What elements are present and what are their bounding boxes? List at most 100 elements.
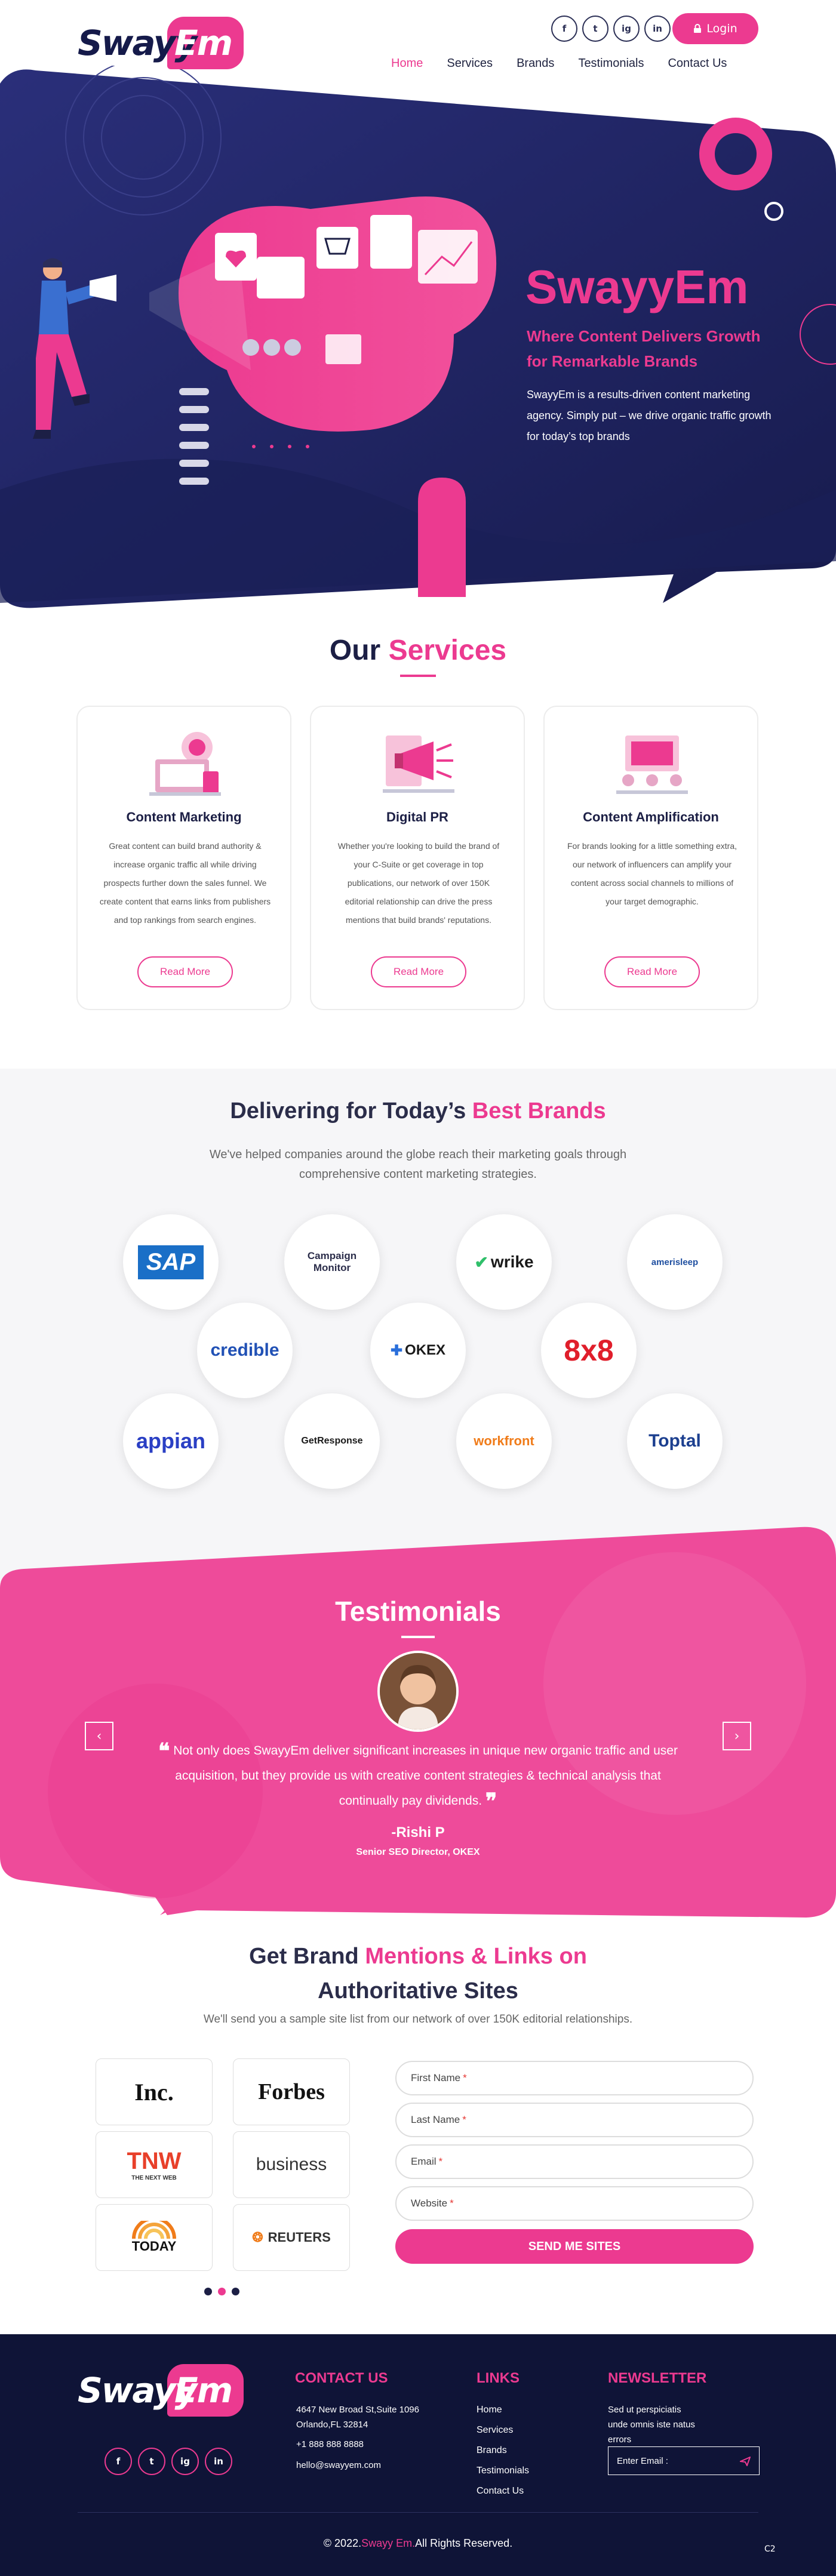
copyright-brand-link[interactable]: Swayy Em. [361,2537,415,2549]
first-name-placeholder: First Name [411,2072,461,2083]
publication-logo-text: Inc. [134,2078,174,2106]
digital-pr-illustration [383,735,454,793]
footer-links-heading: LINKS [477,2370,520,2386]
login-button[interactable]: Login [672,13,758,44]
footer-badge: C2 [764,2544,776,2554]
services-title-part2: Services [388,635,507,666]
brand-logo-toptal: Toptal [627,1393,723,1489]
brand-logo-text: OKEX [405,1342,446,1358]
brand-logo-appian: appian [123,1393,219,1489]
copyright-suffix: All Rights Reserved. [415,2537,513,2549]
brands-description: We've helped companies around the globe … [209,1148,627,1181]
hero-description: SwayyEm is a results-driven content mark… [527,389,772,442]
footer-address-line1: 4647 New Broad St,Suite 1096 [296,2405,419,2415]
nav-item-testimonials[interactable]: Testimonials [566,57,656,70]
send-me-sites-button[interactable]: SEND ME SITES [395,2229,754,2264]
service-card-text: Whether you're looking to build the bran… [337,841,500,925]
nav-item-contact[interactable]: Contact Us [656,57,739,70]
pagination-dot-active[interactable] [218,2288,226,2295]
footer-newsletter-text: Sed ut perspiciatis unde omnis iste natu… [608,2405,695,2445]
reuters-dots-icon: ❂ [252,2230,263,2245]
linkedin-icon[interactable]: in [644,16,671,42]
read-more-button[interactable]: Read More [604,956,700,987]
first-name-field[interactable]: First Name * [395,2061,754,2095]
get-brand-title: Get Brand Mentions & Links on Authoritat… [179,1939,657,2008]
brand-logo-amerisleep: amerisleep [627,1214,723,1310]
brand-logo-wrike: ✔ wrike [456,1214,552,1310]
footer-link-testimonials[interactable]: Testimonials [477,2466,529,2476]
publication-logo-forbes: Forbes [233,2058,350,2125]
get-brand-description: We'll send you a sample site list from o… [203,2013,633,2026]
footer-link-home[interactable]: Home [477,2405,502,2415]
get-brand-title-part1: Get Brand [249,1944,359,1969]
site-footer: Swayy Em f t ig in CONTACT US 4647 New B… [0,2334,836,2576]
brand-logo-text: wrike [490,1252,534,1271]
testimonial-next-button[interactable]: › [723,1722,751,1750]
page: Swayy Em f t ig in Login Home Services B… [0,0,836,2576]
brand-logo-text: 8x8 [564,1334,614,1367]
instagram-icon[interactable]: ig [171,2448,199,2475]
publication-logo-text: TNW [127,2148,182,2174]
testimonial-prev-button[interactable]: ‹ [85,1722,113,1750]
send-icon[interactable] [740,2457,751,2466]
nav-item-brands[interactable]: Brands [505,57,566,70]
publication-logo-text: TODAY [131,2239,177,2254]
open-quote-icon: ❝ [158,1738,170,1763]
main-nav: Home Services Brands Testimonials Contac… [379,57,739,70]
read-more-button[interactable]: Read More [137,956,233,987]
lock-icon [694,24,702,33]
nav-item-services[interactable]: Services [435,57,505,70]
email-placeholder: Email [411,2156,437,2167]
linkedin-icon[interactable]: in [205,2448,232,2475]
footer-contact-heading: CONTACT US [295,2370,388,2386]
footer-logo-text-part2: Em [174,2370,233,2411]
publication-logo-tnw: TNW THE NEXT WEB [96,2131,213,2198]
services-title-underline [400,675,436,677]
service-card-title: Content Amplification [583,810,719,824]
brand-logo-getresponse: GetResponse [284,1393,380,1489]
publication-logo-text: Forbes [258,2079,325,2104]
brand-logo-text: credible [210,1340,279,1360]
twitter-icon[interactable]: t [138,2448,165,2475]
newsletter-email-placeholder: Enter Email : [617,2455,668,2466]
header-social-links: f t ig in [551,16,671,42]
publication-logo-subtext: THE NEXT WEB [131,2175,177,2181]
email-field[interactable]: Email * [395,2144,754,2179]
footer-link-contact[interactable]: Contact Us [477,2486,524,2497]
last-name-field[interactable]: Last Name * [395,2103,754,2137]
twitter-icon[interactable]: t [582,16,608,42]
nav-item-home[interactable]: Home [379,57,435,70]
brands-title-part2: Best Brands [472,1098,606,1124]
facebook-icon[interactable]: f [551,16,577,42]
footer-link-services[interactable]: Services [477,2425,513,2436]
website-field[interactable]: Website * [395,2186,754,2221]
required-mark: * [463,2072,467,2083]
site-header: Swayy Em f t ig in Login Home Services B… [0,0,836,90]
newsletter-email-input[interactable]: Enter Email : [608,2446,760,2475]
brand-logo-8x8: 8x8 [541,1303,637,1398]
brand-logo-text: appian [136,1429,205,1453]
pagination-dot[interactable] [204,2288,212,2295]
footer-email[interactable]: hello@swayyem.com [296,2458,381,2473]
service-card-content-amplification: Content Amplification For brands looking… [543,706,758,1010]
pagination-dot[interactable] [232,2288,239,2295]
brand-logo-text: Campaign Monitor [307,1250,357,1273]
publication-logo-reuters: ❂ REUTERS [233,2204,350,2271]
footer-phone[interactable]: +1 888 888 8888 [296,2437,364,2452]
publication-logo-business-insider: business [233,2131,350,2198]
brand-logo-sap: SAP [123,1214,219,1310]
read-more-button[interactable]: Read More [371,956,466,987]
required-mark: * [450,2198,454,2209]
publication-logo-today: TODAY [96,2204,213,2271]
service-card-title: Digital PR [386,810,448,824]
publication-logo-inc: Inc. [96,2058,213,2125]
get-brand-title-part3: Authoritative Sites [318,1978,518,2003]
testimonials-title: Testimonials [335,1596,501,1627]
footer-link-brands[interactable]: Brands [477,2445,507,2456]
logo-text-part2: Em [174,23,233,63]
instagram-icon[interactable]: ig [613,16,640,42]
brand-logo-text: workfront [474,1433,534,1448]
today-rainbow-icon [132,2221,176,2239]
facebook-icon[interactable]: f [105,2448,132,2475]
testimonial-quote: ❝ Not only does SwayyEm deliver signific… [149,1738,687,1814]
